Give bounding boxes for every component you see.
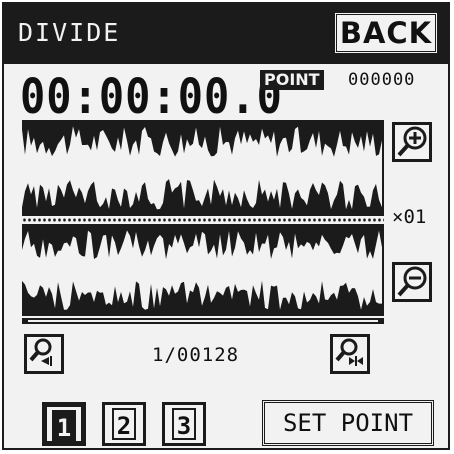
waveform-display[interactable] bbox=[22, 120, 384, 326]
slot-3-button[interactable]: 3 bbox=[162, 402, 206, 446]
track-divider bbox=[22, 217, 384, 223]
waveform-track-left bbox=[22, 120, 384, 216]
position-bar bbox=[22, 318, 384, 324]
set-point-button[interactable]: SET POINT bbox=[262, 400, 434, 446]
magnifier-jump-end-icon bbox=[335, 338, 363, 366]
divide-screen: DIVIDE BACK 00:00:00.0 POINT 000000 ×01 bbox=[2, 2, 450, 450]
slot-3-label: 3 bbox=[172, 408, 196, 440]
timecode-display: 00:00:00.0 bbox=[20, 68, 283, 125]
magnifier-plus-icon bbox=[397, 126, 427, 157]
waveform-track-right bbox=[22, 224, 384, 316]
magnifier-jump-start-icon bbox=[29, 338, 52, 366]
point-value: 000000 bbox=[348, 70, 416, 90]
zoom-out-button[interactable] bbox=[392, 262, 432, 302]
position-counter: 1/00128 bbox=[152, 344, 240, 366]
slot-1-label: 1 bbox=[52, 410, 76, 442]
slot-2-button[interactable]: 2 bbox=[102, 402, 146, 446]
slot-2-label: 2 bbox=[112, 408, 136, 440]
back-button[interactable]: BACK bbox=[334, 12, 438, 54]
waveform-left-icon bbox=[22, 126, 382, 210]
jump-end-button[interactable] bbox=[330, 334, 370, 374]
zoom-level: ×01 bbox=[392, 206, 427, 228]
jump-start-button[interactable] bbox=[24, 334, 64, 374]
waveform-right-icon bbox=[22, 230, 382, 310]
magnifier-minus-icon bbox=[397, 266, 427, 297]
slot-1-button[interactable]: 1 bbox=[42, 402, 86, 446]
zoom-in-button[interactable] bbox=[392, 122, 432, 162]
screen-title: DIVIDE bbox=[18, 18, 121, 47]
header-bar: DIVIDE BACK bbox=[4, 4, 448, 64]
point-label: POINT bbox=[260, 70, 324, 90]
